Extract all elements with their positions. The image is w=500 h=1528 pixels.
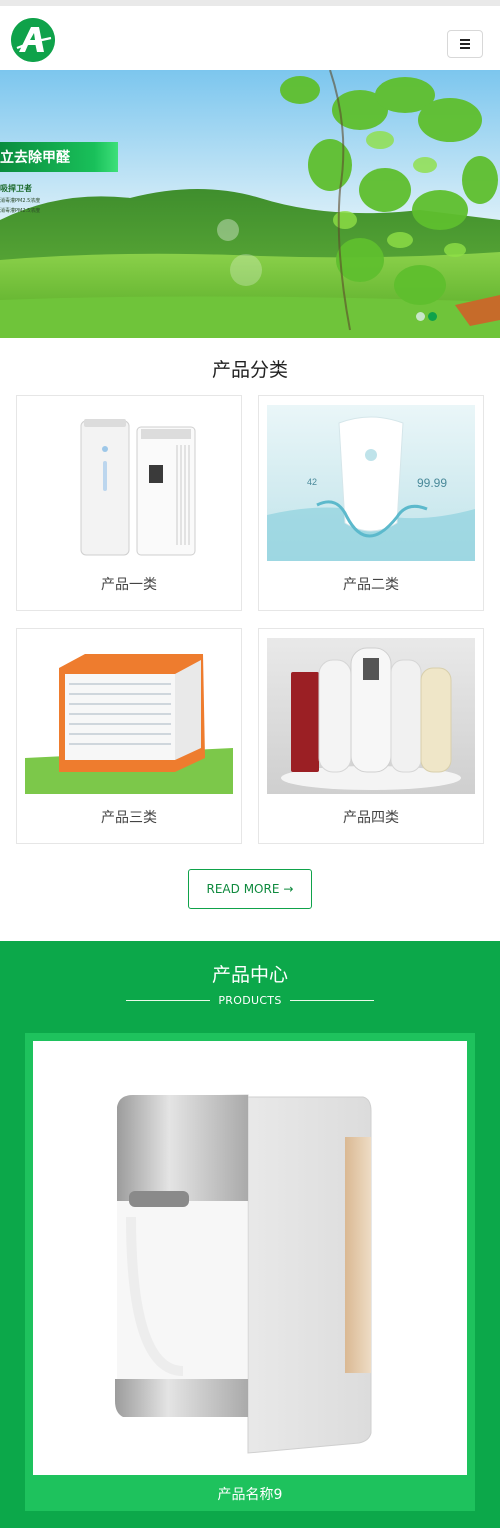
category-image-3 <box>25 638 233 794</box>
product-image <box>33 1041 467 1475</box>
category-card-4[interactable]: 产品四类 <box>258 628 484 844</box>
products-subtitle-row: PRODUCTS <box>126 992 374 1008</box>
read-more-label: READ MORE <box>206 882 280 896</box>
divider-line <box>126 999 211 1001</box>
category-image-1 <box>25 405 233 561</box>
countertop-water-purifier-icon <box>33 1041 467 1475</box>
category-label: 产品三类 <box>101 810 157 826</box>
product-name: 产品名称9 <box>217 1487 283 1503</box>
read-more-button[interactable]: READ MORE → <box>188 869 312 909</box>
menu-button[interactable] <box>447 30 483 58</box>
arrow-right-icon: → <box>283 882 294 896</box>
category-card-2[interactable]: 42 99.99 产品二类 <box>258 395 484 611</box>
category-image-4 <box>267 638 475 794</box>
slide-dot-2[interactable] <box>428 312 437 321</box>
banner-line: 消毒灌PM2.5浓度 <box>0 208 41 214</box>
logo-icon <box>11 18 55 62</box>
ppm-readout-left: 42 <box>307 477 317 487</box>
products-subtitle: PRODUCTS <box>218 993 282 1007</box>
air-purifier-icon <box>25 405 233 561</box>
site-header <box>0 6 500 70</box>
product-card[interactable]: 产品名称9 <box>25 1033 475 1511</box>
water-purifier-icon: 42 99.99 <box>267 405 475 561</box>
category-card-1[interactable]: 产品一类 <box>16 395 242 611</box>
category-card-3[interactable]: 产品三类 <box>16 628 242 844</box>
banner-line: 消毒灌PM2.5浓度 <box>0 198 41 204</box>
category-image-2: 42 99.99 <box>267 405 475 561</box>
category-label: 产品二类 <box>343 577 399 593</box>
banner-image <box>0 70 500 338</box>
categories-title: 产品分类 <box>211 359 288 381</box>
water-dispensers-icon <box>267 638 475 794</box>
hamburger-icon <box>460 39 470 41</box>
ppm-readout-right: 99.99 <box>417 476 447 490</box>
banner-subtitle: 吸捍卫者 <box>0 184 32 193</box>
category-label: 产品一类 <box>101 577 157 593</box>
category-label: 产品四类 <box>343 810 399 826</box>
hero-banner[interactable]: 立去除甲醛 吸捍卫者 消毒灌PM2.5浓度 消毒灌PM2.5浓度 <box>0 70 500 338</box>
slide-dot-1[interactable] <box>416 312 425 321</box>
banner-title: 立去除甲醛 <box>0 150 70 166</box>
divider-line <box>289 999 374 1001</box>
site-logo[interactable] <box>11 18 55 62</box>
evaporative-cooler-icon <box>25 638 233 794</box>
products-title: 产品中心 <box>211 964 288 986</box>
